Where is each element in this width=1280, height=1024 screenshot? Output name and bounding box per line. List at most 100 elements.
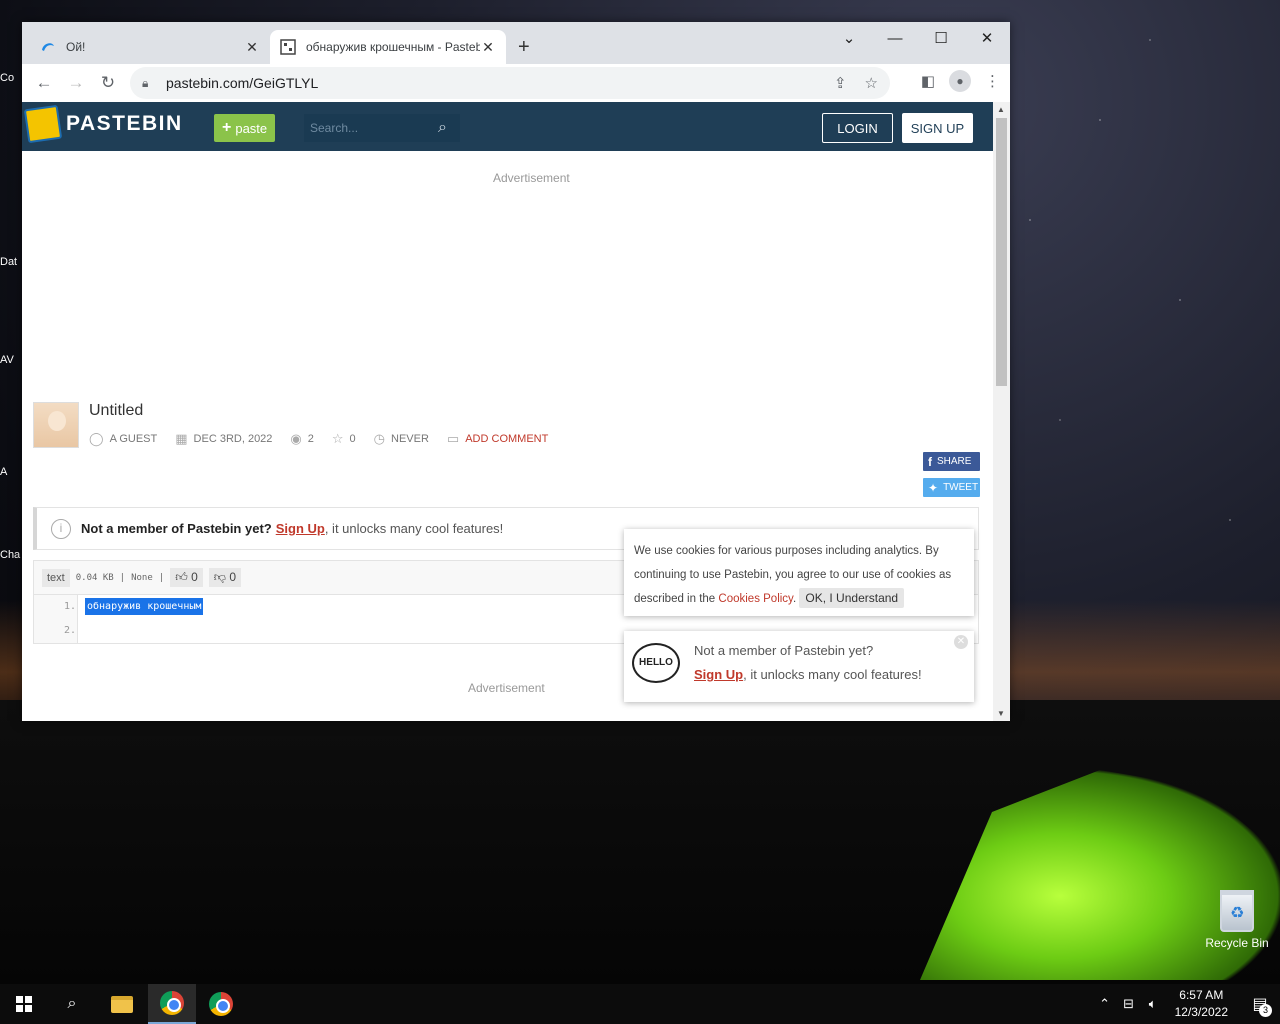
- desktop-icon-fragment[interactable]: Cha: [0, 549, 24, 561]
- close-window-icon[interactable]: ✕: [964, 26, 1010, 52]
- post-meta: ◯ A GUEST ▦ DEC 3RD, 2022 ◉ 2 ☆ 0 ◷ NEVE…: [89, 431, 548, 447]
- post-date: DEC 3RD, 2022: [193, 433, 273, 445]
- new-paste-button[interactable]: + paste: [214, 114, 276, 142]
- file-explorer-button[interactable]: [98, 984, 146, 1024]
- minimize-icon[interactable]: —: [872, 26, 918, 52]
- lock-icon[interactable]: 🔒︎: [142, 76, 154, 91]
- cookie-period: .: [792, 593, 797, 605]
- guest-avatar: [33, 402, 79, 448]
- cookie-accept-button[interactable]: OK, I Understand: [799, 588, 905, 608]
- action-center-button[interactable]: ▤ 3: [1240, 984, 1280, 1024]
- menu-kebab-icon[interactable]: ⋮: [985, 72, 1000, 90]
- info-icon: i: [51, 518, 71, 539]
- advertisement-label: Advertisement: [468, 681, 545, 695]
- search-icon[interactable]: ⌕: [438, 119, 447, 137]
- add-comment-link[interactable]: ADD COMMENT: [465, 433, 548, 445]
- system-tray: ⌃ ⊟ 🔈︎ 6:57 AM 12/3/2022 ▤ 3: [1093, 984, 1280, 1024]
- share-page-icon[interactable]: ⇪: [834, 74, 847, 92]
- notification-badge: 3: [1259, 1004, 1272, 1017]
- signup-button[interactable]: SIGN UP: [902, 113, 973, 143]
- search-box: ⌕: [304, 114, 460, 142]
- chrome-taskbar-button[interactable]: [148, 984, 196, 1024]
- clock[interactable]: 6:57 AM 12/3/2022: [1175, 987, 1228, 1021]
- search-taskbar-button[interactable]: ⌕: [48, 984, 96, 1024]
- tab-search-icon[interactable]: ⌄: [826, 26, 872, 52]
- advertisement-label: Advertisement: [493, 171, 570, 185]
- start-button[interactable]: [0, 984, 48, 1024]
- comment-icon: ▭: [446, 431, 460, 446]
- cookie-banner: We use cookies for various purposes incl…: [624, 529, 974, 616]
- search-input[interactable]: [310, 121, 430, 135]
- url-text[interactable]: pastebin.com/GeiGTLYL: [166, 75, 318, 91]
- new-tab-icon[interactable]: +: [518, 36, 530, 59]
- tweet-label: TWEET: [943, 482, 979, 493]
- browser-toolbar: ← → ↻ 🔒︎ pastebin.com/GeiGTLYL ⇪ ☆ ◧ ● ⋮: [22, 64, 1010, 102]
- scrollbar-thumb[interactable]: [996, 118, 1007, 386]
- scroll-up-icon[interactable]: ▲: [997, 105, 1005, 114]
- tab-close-icon[interactable]: ✕: [480, 39, 496, 56]
- syntax-format[interactable]: text: [42, 568, 70, 587]
- recycle-bin-icon: [1220, 890, 1254, 932]
- pastebin-logo-icon: [23, 104, 63, 144]
- signup-popup: HELLO Not a member of Pastebin yet? Sign…: [624, 631, 974, 702]
- tray-chevron-icon[interactable]: ⌃: [1093, 996, 1117, 1012]
- share-label: SHARE: [937, 456, 972, 467]
- maximize-icon[interactable]: ☐: [918, 26, 964, 52]
- pastebin-brand: PASTEBIN: [66, 112, 183, 135]
- browser-window: Ой! ✕ обнаружив крошечным - Pastebin ✕ +…: [22, 22, 1010, 721]
- twitter-icon: ✦: [928, 480, 939, 495]
- profile-icon[interactable]: ●: [949, 70, 971, 92]
- popup-signup-link[interactable]: Sign Up: [694, 667, 743, 682]
- line-number: 2.: [64, 625, 77, 636]
- paste-size: 0.04 KB: [75, 572, 114, 583]
- post-header: Untitled ◯ A GUEST ▦ DEC 3RD, 2022 ◉ 2 ☆…: [33, 402, 983, 448]
- cookies-policy-link[interactable]: Cookies Policy: [718, 593, 793, 605]
- user-icon: ◯: [89, 431, 104, 446]
- post-views: 2: [307, 433, 314, 445]
- share-facebook-button[interactable]: f SHARE: [923, 452, 980, 471]
- eye-icon: ◉: [290, 431, 302, 446]
- scroll-down-icon[interactable]: ▼: [997, 709, 1005, 718]
- pastebin-logo[interactable]: PASTEBIN: [23, 104, 183, 144]
- plus-icon: +: [222, 119, 232, 136]
- tab-active[interactable]: обнаружив крошечным - Pastebin ✕: [270, 30, 506, 64]
- desktop-icon-fragment[interactable]: Co: [0, 72, 24, 84]
- desktop-icon-fragment[interactable]: AV: [0, 354, 24, 366]
- paste-category: None: [131, 572, 153, 583]
- notice-bold: Not a member of Pastebin yet?: [81, 521, 272, 536]
- like-button[interactable]: 👍︎ 0: [170, 568, 203, 587]
- post-author[interactable]: A GUEST: [110, 433, 158, 445]
- page-scrollbar[interactable]: ▲ ▼: [993, 102, 1010, 721]
- side-panel-icon[interactable]: ◧: [921, 72, 935, 90]
- login-button[interactable]: LOGIN: [822, 113, 893, 143]
- post-expiration: NEVER: [391, 433, 429, 445]
- address-bar[interactable]: 🔒︎ pastebin.com/GeiGTLYL ⇪ ☆: [130, 67, 890, 99]
- popup-line1: Not a member of Pastebin yet?: [694, 643, 874, 658]
- browser-app-icon: [209, 992, 233, 1016]
- volume-icon[interactable]: 🔈︎: [1141, 996, 1165, 1012]
- desktop-icon-fragment[interactable]: Dat: [0, 256, 24, 268]
- forward-icon[interactable]: →: [60, 73, 92, 93]
- dislike-button[interactable]: 👎︎ 0: [208, 568, 241, 587]
- network-icon[interactable]: ⊟: [1117, 996, 1141, 1012]
- page-viewport: PASTEBIN + paste ⌕ LOGIN SIGN UP Adverti…: [22, 102, 993, 721]
- like-count: 0: [191, 570, 198, 584]
- desktop-icon-fragment[interactable]: A: [0, 466, 24, 478]
- app-taskbar-button[interactable]: [197, 984, 245, 1024]
- code-line-text[interactable]: обнаружив крошечным: [85, 598, 204, 615]
- notice-signup-link[interactable]: Sign Up: [276, 521, 325, 536]
- tweet-button[interactable]: ✦ TWEET: [923, 478, 980, 497]
- reload-icon[interactable]: ↻: [92, 73, 124, 93]
- line-number: 1.: [64, 601, 77, 612]
- bookmark-star-icon[interactable]: ☆: [865, 74, 878, 92]
- dislike-count: 0: [229, 570, 236, 584]
- popup-close-icon[interactable]: ✕: [954, 635, 968, 649]
- windows-logo-icon: [16, 996, 32, 1012]
- search-icon: ⌕: [67, 995, 77, 1012]
- tab-close-icon[interactable]: ✕: [244, 39, 260, 56]
- tab-inactive[interactable]: Ой! ✕: [30, 30, 270, 64]
- recycle-bin[interactable]: Recycle Bin: [1204, 890, 1270, 950]
- new-paste-label: paste: [235, 120, 268, 136]
- back-icon[interactable]: ←: [28, 73, 60, 93]
- post-title: Untitled: [89, 402, 144, 419]
